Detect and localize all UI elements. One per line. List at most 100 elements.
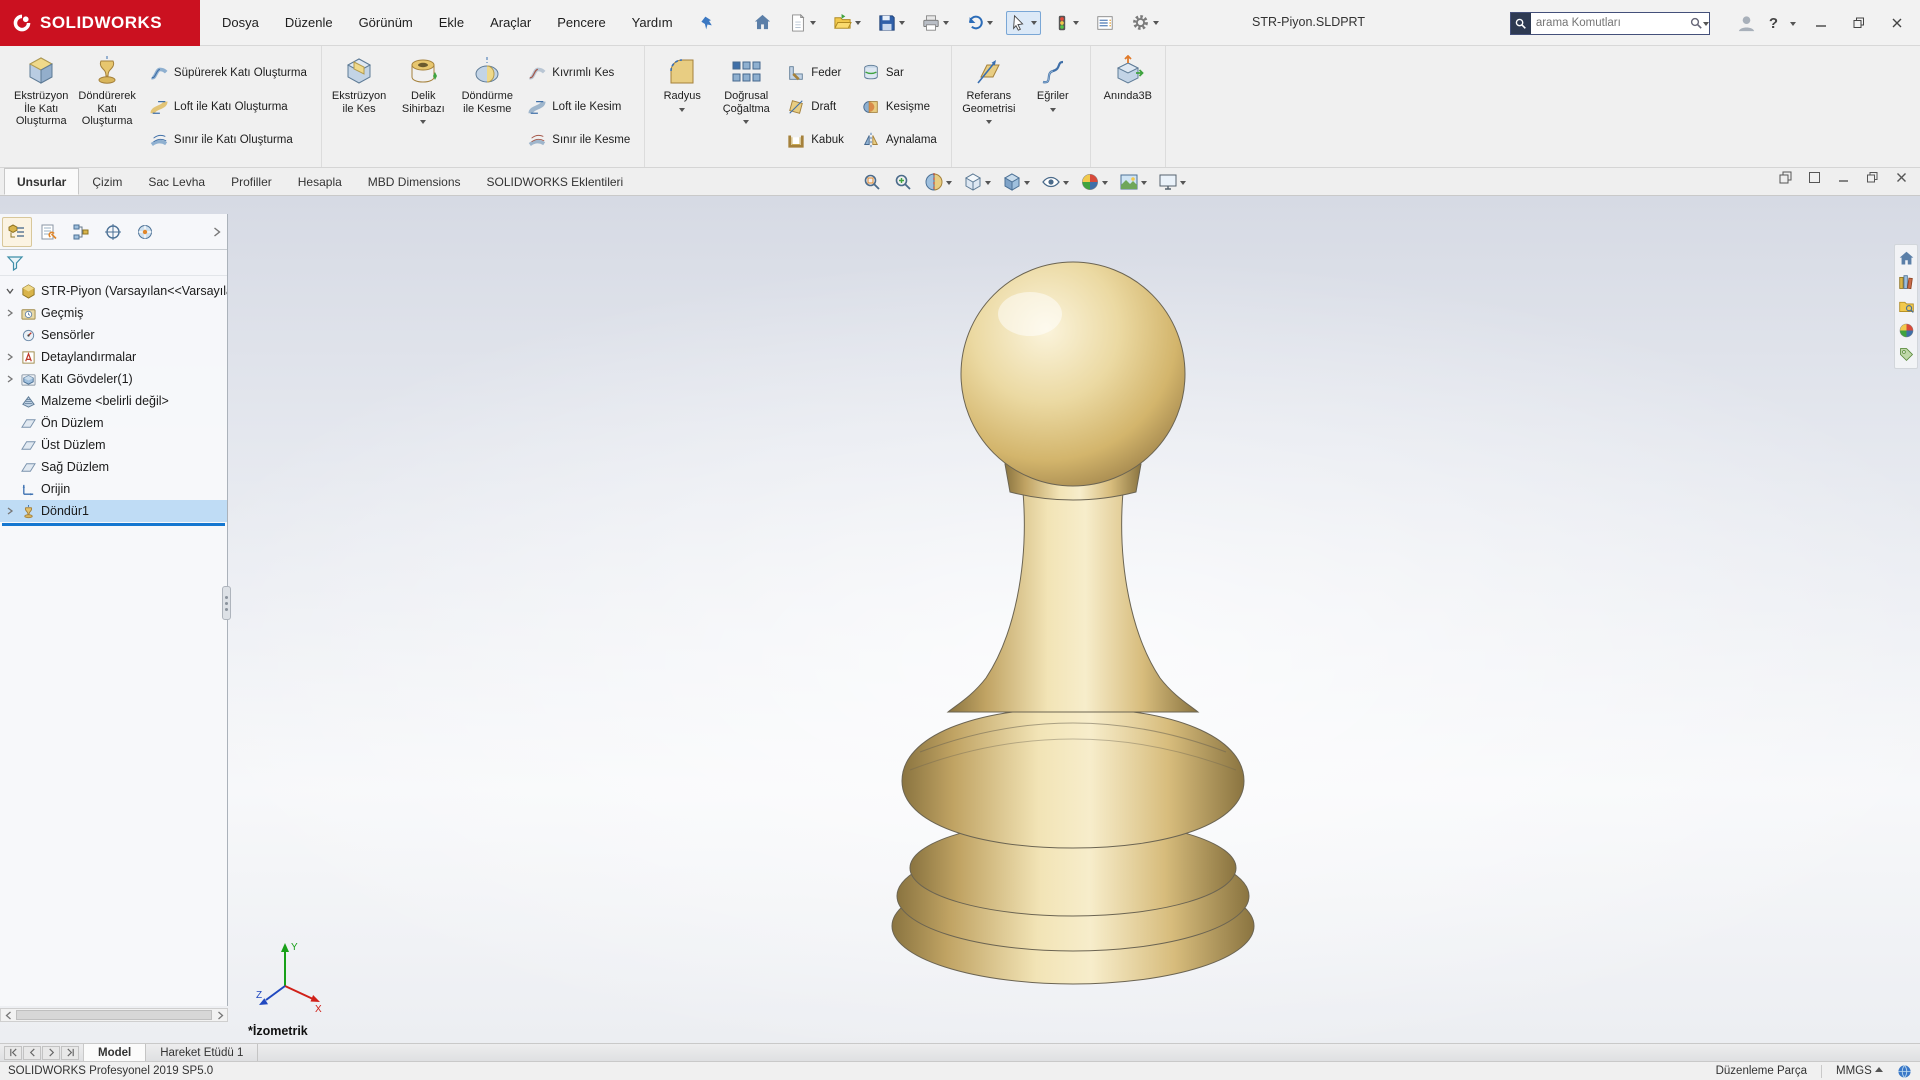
hide-show-dropdown-icon[interactable] <box>1063 181 1069 188</box>
tree-item-annotations[interactable]: Detaylandırmalar <box>0 346 227 368</box>
last-tab-button[interactable] <box>61 1046 79 1060</box>
fillet-button[interactable]: Radyus <box>650 48 714 165</box>
instant3d-button[interactable]: Anında3B <box>1096 48 1160 165</box>
new-document-button[interactable] <box>785 11 820 35</box>
panel-splitter-handle[interactable] <box>222 586 231 620</box>
twisty-icon[interactable] <box>4 352 16 362</box>
command-search[interactable] <box>1510 12 1710 35</box>
edit-appearance-button[interactable] <box>1076 169 1112 195</box>
doc-restore-button[interactable] <box>1866 171 1879 184</box>
open-button[interactable] <box>829 10 865 35</box>
user-account-icon[interactable] <box>1736 13 1757 34</box>
rib-button[interactable]: Feder <box>780 61 851 85</box>
linear-pattern-button[interactable]: Doğrusal Çoğaltma <box>714 48 778 165</box>
menu-dosya[interactable]: Dosya <box>222 15 259 30</box>
tree-item-top-plane[interactable]: Üst Düzlem <box>0 434 227 456</box>
tree-root-item[interactable]: STR-Piyon (Varsayılan<<Varsayılan>_ <box>0 280 227 302</box>
tab-cizim[interactable]: Çizim <box>79 168 135 195</box>
selection-filter-dropdown-icon[interactable] <box>1073 21 1079 28</box>
window-close-button[interactable] <box>1884 13 1910 33</box>
view-orientation-dropdown-icon[interactable] <box>985 181 991 188</box>
new-dropdown-icon[interactable] <box>810 21 816 28</box>
apply-scene-button[interactable] <box>1115 169 1151 195</box>
tab-solidworks-eklentileri[interactable]: SOLIDWORKS Eklentileri <box>474 168 637 195</box>
configuration-manager-tab[interactable] <box>66 217 96 247</box>
model-tab[interactable]: Model <box>84 1044 146 1061</box>
twisty-icon[interactable] <box>4 506 16 516</box>
selection-filter-button[interactable] <box>1050 11 1083 35</box>
options-gear-button[interactable] <box>1127 10 1163 35</box>
scroll-left-icon[interactable] <box>1 1009 15 1021</box>
doc-tile-button[interactable] <box>1808 171 1821 184</box>
tree-horizontal-scrollbar[interactable] <box>0 1008 228 1022</box>
curves-dropdown-icon[interactable] <box>1050 108 1056 115</box>
print-dropdown-icon[interactable] <box>943 21 949 28</box>
panel-tab-scroll-icon[interactable] <box>209 223 225 241</box>
home-button[interactable] <box>749 10 776 35</box>
boundary-boss-button[interactable]: Sınır ile Katı Oluşturma <box>143 128 314 152</box>
appearances-icon[interactable] <box>1897 321 1916 340</box>
fillet-dropdown-icon[interactable] <box>679 108 685 115</box>
undo-dropdown-icon[interactable] <box>987 21 993 28</box>
prev-tab-button[interactable] <box>23 1046 41 1060</box>
edit-appearance-dropdown-icon[interactable] <box>1102 181 1108 188</box>
section-view-button[interactable] <box>920 169 956 195</box>
display-manager-tab[interactable] <box>130 217 160 247</box>
menu-yardim[interactable]: Yardım <box>632 15 673 30</box>
tab-sac-levha[interactable]: Sac Levha <box>135 168 218 195</box>
loft-cut-button[interactable]: Loft ile Kesim <box>521 95 637 119</box>
hole-wizard-button[interactable]: Delik Sihirbazı <box>391 48 455 165</box>
menu-pencere[interactable]: Pencere <box>557 15 605 30</box>
zoom-area-button[interactable] <box>889 169 917 195</box>
options-dropdown-icon[interactable] <box>1153 21 1159 28</box>
save-button[interactable] <box>874 11 909 35</box>
swept-boss-button[interactable]: Süpürerek Katı Oluşturma <box>143 61 314 85</box>
task-pane-home-icon[interactable] <box>1897 249 1916 268</box>
window-minimize-button[interactable] <box>1808 13 1834 33</box>
curves-button[interactable]: Eğriler <box>1021 48 1085 165</box>
pawn-model[interactable] <box>0 196 1920 1043</box>
hide-show-items-button[interactable] <box>1037 169 1073 195</box>
graphics-viewport[interactable]: Y X Z *İzometrik <box>0 196 1920 1043</box>
tree-item-revolve1-selected[interactable]: Döndür1 <box>0 500 227 522</box>
select-tool-button[interactable] <box>1006 11 1041 35</box>
tree-item-sensors[interactable]: Sensörler <box>0 324 227 346</box>
menu-gorunum[interactable]: Görünüm <box>359 15 413 30</box>
twisty-icon[interactable] <box>4 374 16 384</box>
tab-unsurlar[interactable]: Unsurlar <box>4 168 79 195</box>
display-style-dropdown-icon[interactable] <box>1024 181 1030 188</box>
tree-item-front-plane[interactable]: Ön Düzlem <box>0 412 227 434</box>
boundary-cut-button[interactable]: Sınır ile Kesme <box>521 128 637 152</box>
first-tab-button[interactable] <box>4 1046 22 1060</box>
save-dropdown-icon[interactable] <box>899 21 905 28</box>
wrap-button[interactable]: Sar <box>855 61 944 85</box>
open-dropdown-icon[interactable] <box>855 21 861 28</box>
undo-button[interactable] <box>962 11 997 35</box>
view-settings-button[interactable] <box>1154 169 1190 195</box>
tab-profiller[interactable]: Profiller <box>218 168 285 195</box>
filter-icon[interactable] <box>6 254 24 272</box>
units-selector[interactable]: MMGS <box>1836 1065 1883 1077</box>
property-manager-tab[interactable] <box>34 217 64 247</box>
tree-item-history[interactable]: Geçmiş <box>0 302 227 324</box>
menu-ekle[interactable]: Ekle <box>439 15 464 30</box>
tab-mbd-dimensions[interactable]: MBD Dimensions <box>355 168 474 195</box>
doc-close-button[interactable] <box>1895 171 1908 184</box>
revolve-boss-button[interactable]: Döndürerek Katı Oluşturma <box>73 48 140 165</box>
scroll-right-icon[interactable] <box>213 1009 227 1021</box>
reference-geometry-dropdown-icon[interactable] <box>986 120 992 127</box>
scroll-thumb[interactable] <box>16 1010 212 1020</box>
doc-minimize-button[interactable] <box>1837 171 1850 184</box>
tree-item-right-plane[interactable]: Sağ Düzlem <box>0 456 227 478</box>
rollback-bar[interactable] <box>2 523 225 526</box>
next-tab-button[interactable] <box>42 1046 60 1060</box>
design-library-icon[interactable] <box>1897 273 1916 292</box>
menu-araclar[interactable]: Araçlar <box>490 15 531 30</box>
swept-cut-button[interactable]: Kıvrımlı Kes <box>521 61 637 85</box>
web-help-globe-icon[interactable] <box>1897 1064 1912 1079</box>
tree-item-material[interactable]: Malzeme <belirli değil> <box>0 390 227 412</box>
tree-item-origin[interactable]: Orijin <box>0 478 227 500</box>
menu-duzenle[interactable]: Düzenle <box>285 15 333 30</box>
feature-manager-tab[interactable] <box>2 217 32 247</box>
window-restore-button[interactable] <box>1846 13 1872 33</box>
